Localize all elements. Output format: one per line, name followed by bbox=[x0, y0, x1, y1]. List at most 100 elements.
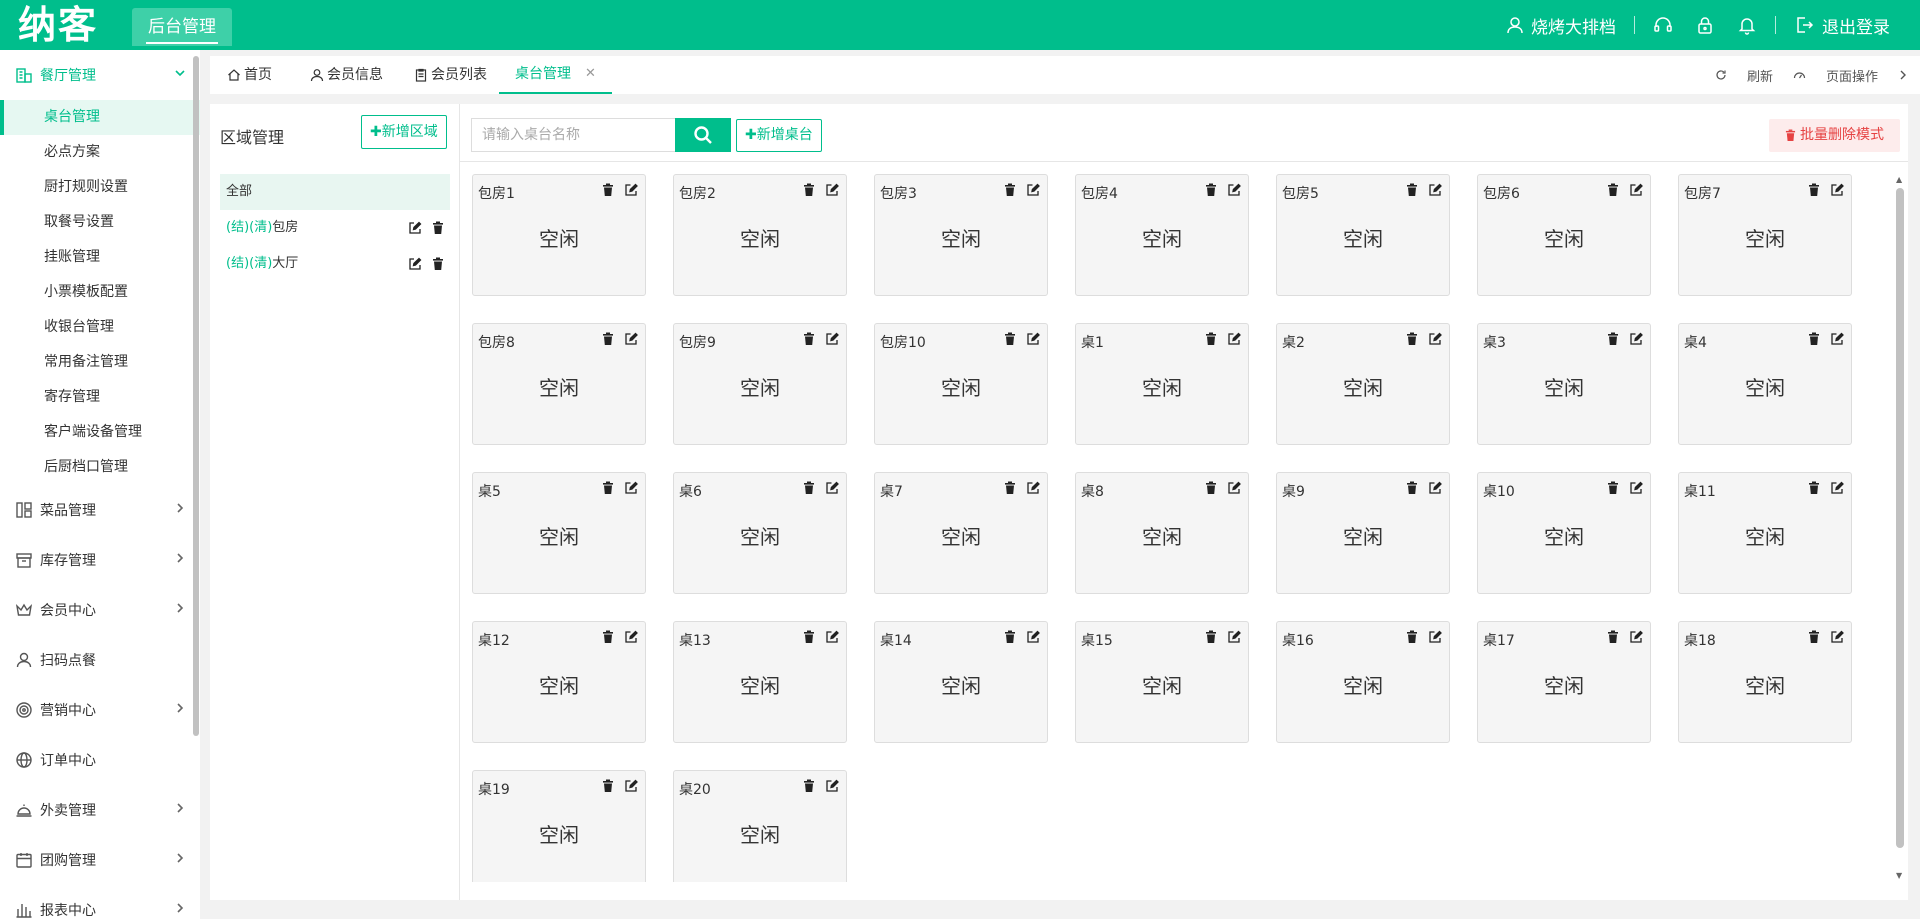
trash-icon[interactable] bbox=[803, 332, 815, 350]
edit-icon[interactable] bbox=[1026, 481, 1041, 499]
edit-icon[interactable] bbox=[825, 779, 840, 797]
trash-icon[interactable] bbox=[602, 183, 614, 201]
edit-icon[interactable] bbox=[825, 481, 840, 499]
add-table-button[interactable]: ✚新增桌台 bbox=[736, 119, 822, 152]
table-card[interactable]: 包房10 空闲 bbox=[874, 323, 1048, 445]
trash-icon[interactable] bbox=[803, 481, 815, 499]
sidebar-group-dishes[interactable]: 菜品管理 bbox=[0, 485, 200, 535]
sidebar-item-storage[interactable]: 寄存管理 bbox=[0, 380, 200, 415]
trash-icon[interactable] bbox=[1205, 481, 1217, 499]
sidebar-item-receipt-template[interactable]: 小票模板配置 bbox=[0, 275, 200, 310]
table-card[interactable]: 桌12 空闲 bbox=[472, 621, 646, 743]
edit-icon[interactable] bbox=[1629, 481, 1644, 499]
sidebar-group-inventory[interactable]: 库存管理 bbox=[0, 535, 200, 585]
search-button[interactable] bbox=[675, 118, 731, 152]
edit-icon[interactable] bbox=[1428, 630, 1443, 648]
trash-icon[interactable] bbox=[1607, 481, 1619, 499]
table-card[interactable]: 包房4 空闲 bbox=[1075, 174, 1249, 296]
trash-icon[interactable] bbox=[1406, 630, 1418, 648]
table-card[interactable]: 桌13 空闲 bbox=[673, 621, 847, 743]
tab-member-info[interactable]: 会员信息 bbox=[310, 56, 383, 94]
trash-icon[interactable] bbox=[602, 630, 614, 648]
trash-icon[interactable] bbox=[1004, 630, 1016, 648]
chevron-right-icon[interactable] bbox=[1898, 69, 1908, 81]
edit-icon[interactable] bbox=[1227, 183, 1242, 201]
table-card[interactable]: 包房6 空闲 bbox=[1477, 174, 1651, 296]
table-card[interactable]: 包房9 空闲 bbox=[673, 323, 847, 445]
trash-icon[interactable] bbox=[1004, 183, 1016, 201]
add-region-button[interactable]: ✚新增区域 bbox=[361, 115, 447, 149]
trash-icon[interactable] bbox=[602, 779, 614, 797]
table-card[interactable]: 桌16 空闲 bbox=[1276, 621, 1450, 743]
sidebar-group-reports[interactable]: 报表中心 bbox=[0, 885, 200, 919]
sidebar-item-kitchen-stalls[interactable]: 后厨档口管理 bbox=[0, 450, 200, 485]
trash-icon[interactable] bbox=[1205, 332, 1217, 350]
table-search-input[interactable] bbox=[471, 118, 675, 152]
table-card[interactable]: 包房7 空闲 bbox=[1678, 174, 1852, 296]
sidebar-group-scan-order[interactable]: 扫码点餐 bbox=[0, 635, 200, 685]
edit-icon[interactable] bbox=[1026, 332, 1041, 350]
edit-icon[interactable] bbox=[1629, 332, 1644, 350]
table-card[interactable]: 桌3 空闲 bbox=[1477, 323, 1651, 445]
edit-icon[interactable] bbox=[624, 481, 639, 499]
close-icon[interactable]: ✕ bbox=[585, 57, 596, 91]
table-card[interactable]: 包房2 空闲 bbox=[673, 174, 847, 296]
module-tab-admin[interactable]: 后台管理 bbox=[132, 8, 232, 46]
trash-icon[interactable] bbox=[803, 779, 815, 797]
trash-icon[interactable] bbox=[1808, 630, 1820, 648]
trash-icon[interactable] bbox=[1607, 332, 1619, 350]
edit-icon[interactable] bbox=[624, 630, 639, 648]
trash-icon[interactable] bbox=[1205, 630, 1217, 648]
edit-icon[interactable] bbox=[624, 183, 639, 201]
table-card[interactable]: 桌11 空闲 bbox=[1678, 472, 1852, 594]
edit-icon[interactable] bbox=[1830, 630, 1845, 648]
table-card[interactable]: 桌2 空闲 bbox=[1276, 323, 1450, 445]
table-card[interactable]: 包房1 空闲 bbox=[472, 174, 646, 296]
lock-icon[interactable] bbox=[1695, 15, 1715, 35]
edit-icon[interactable] bbox=[624, 332, 639, 350]
sidebar-item-common-notes[interactable]: 常用备注管理 bbox=[0, 345, 200, 380]
trash-icon[interactable] bbox=[1607, 630, 1619, 648]
sidebar-item-client-devices[interactable]: 客户端设备管理 bbox=[0, 415, 200, 450]
table-card[interactable]: 桌7 空闲 bbox=[874, 472, 1048, 594]
sidebar-item-must-order[interactable]: 必点方案 bbox=[0, 135, 200, 170]
table-card[interactable]: 桌18 空闲 bbox=[1678, 621, 1852, 743]
edit-icon[interactable] bbox=[825, 183, 840, 201]
region-item[interactable]: (结)(清)大厅 bbox=[220, 246, 450, 282]
region-item[interactable]: (结)(清)包房 bbox=[220, 210, 450, 246]
edit-icon[interactable] bbox=[1830, 481, 1845, 499]
sidebar-item-cashier[interactable]: 收银台管理 bbox=[0, 310, 200, 345]
edit-icon[interactable] bbox=[408, 257, 422, 271]
sidebar-group-restaurant[interactable]: 餐厅管理 bbox=[0, 50, 200, 100]
edit-icon[interactable] bbox=[1830, 183, 1845, 201]
edit-icon[interactable] bbox=[1428, 481, 1443, 499]
table-card[interactable]: 桌17 空闲 bbox=[1477, 621, 1651, 743]
region-item-all[interactable]: 全部 bbox=[220, 174, 450, 210]
sidebar-item-table-management[interactable]: 桌台管理 bbox=[0, 100, 200, 135]
trash-icon[interactable] bbox=[1808, 481, 1820, 499]
table-card[interactable]: 桌10 空闲 bbox=[1477, 472, 1651, 594]
trash-icon[interactable] bbox=[1004, 332, 1016, 350]
headset-icon[interactable] bbox=[1653, 15, 1673, 35]
edit-icon[interactable] bbox=[1227, 481, 1242, 499]
edit-icon[interactable] bbox=[1629, 630, 1644, 648]
sidebar-item-credit-accounts[interactable]: 挂账管理 bbox=[0, 240, 200, 275]
batch-delete-button[interactable]: 批量删除模式 bbox=[1769, 119, 1900, 152]
table-card[interactable]: 桌8 空闲 bbox=[1075, 472, 1249, 594]
tab-member-list[interactable]: 会员列表 bbox=[414, 56, 487, 94]
scroll-up-arrow[interactable]: ▲ bbox=[1896, 176, 1902, 184]
table-grid-scrollbar[interactable]: ▲ ▼ bbox=[1895, 176, 1905, 880]
table-card[interactable]: 桌19 空闲 bbox=[472, 770, 646, 882]
sidebar-item-pickup-number[interactable]: 取餐号设置 bbox=[0, 205, 200, 240]
edit-icon[interactable] bbox=[1026, 630, 1041, 648]
table-card[interactable]: 包房3 空闲 bbox=[874, 174, 1048, 296]
trash-icon[interactable] bbox=[803, 630, 815, 648]
trash-icon[interactable] bbox=[1406, 481, 1418, 499]
edit-icon[interactable] bbox=[408, 221, 422, 235]
page-ops-button[interactable]: 页面操作 bbox=[1793, 66, 1878, 85]
sidebar-group-takeout[interactable]: 外卖管理 bbox=[0, 785, 200, 835]
table-card[interactable]: 桌5 空闲 bbox=[472, 472, 646, 594]
table-card[interactable]: 包房8 空闲 bbox=[472, 323, 646, 445]
edit-icon[interactable] bbox=[1830, 332, 1845, 350]
sidebar-group-members[interactable]: 会员中心 bbox=[0, 585, 200, 635]
